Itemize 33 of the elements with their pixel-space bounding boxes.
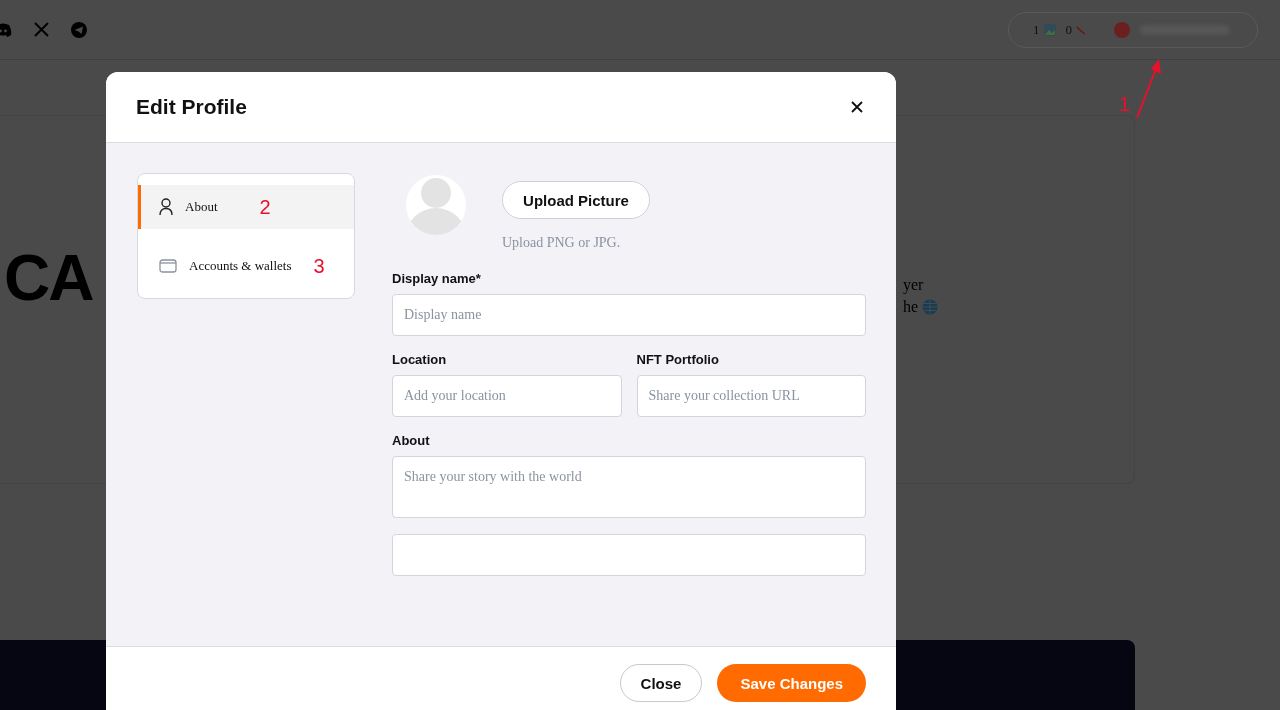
- telegram-icon[interactable]: [71, 21, 87, 38]
- menu-item[interactable]: About 2: [138, 185, 354, 229]
- annotation-number: 2: [259, 195, 271, 219]
- text-area[interactable]: Share your story with the world: [392, 456, 866, 518]
- person-icon: [159, 198, 173, 216]
- upload-hint: Upload PNG or JPG.: [502, 235, 622, 251]
- wallet-icon: [159, 259, 177, 273]
- dialog-title: Edit Profile: [136, 95, 247, 119]
- annotation-number: 1: [1119, 93, 1131, 116]
- x-logo-icon[interactable]: [34, 22, 49, 37]
- field-label: NFT Portfolio: [636, 352, 720, 367]
- input-field[interactable]: [392, 534, 866, 576]
- field-label: Location: [392, 352, 448, 367]
- hero-text: CA: [4, 246, 93, 310]
- menu-item[interactable]: Accounts & wallets 3: [138, 244, 354, 288]
- discord-icon[interactable]: [0, 22, 12, 37]
- close-icon[interactable]: [851, 101, 863, 113]
- upload-picture-button[interactable]: Upload Picture: [502, 181, 650, 219]
- field-label: Display name*: [392, 271, 482, 286]
- field-label: About: [392, 433, 431, 448]
- annotation-arrow: [1133, 58, 1163, 120]
- text-fragment: yer: [902, 276, 925, 294]
- stat-count: 1: [1033, 21, 1040, 38]
- avatar-circle: [1114, 21, 1130, 38]
- input-field[interactable]: Add your location: [392, 375, 622, 417]
- annotation-number: 3: [313, 254, 325, 278]
- input-field[interactable]: Display name: [392, 294, 866, 336]
- globe-icon: [922, 299, 938, 315]
- avatar-placeholder-icon: [406, 173, 466, 237]
- input-field[interactable]: Share your collection URL: [636, 375, 866, 417]
- image-icon: [1043, 23, 1056, 36]
- close-button[interactable]: Close: [619, 664, 703, 702]
- text-fragment: he: [902, 298, 918, 316]
